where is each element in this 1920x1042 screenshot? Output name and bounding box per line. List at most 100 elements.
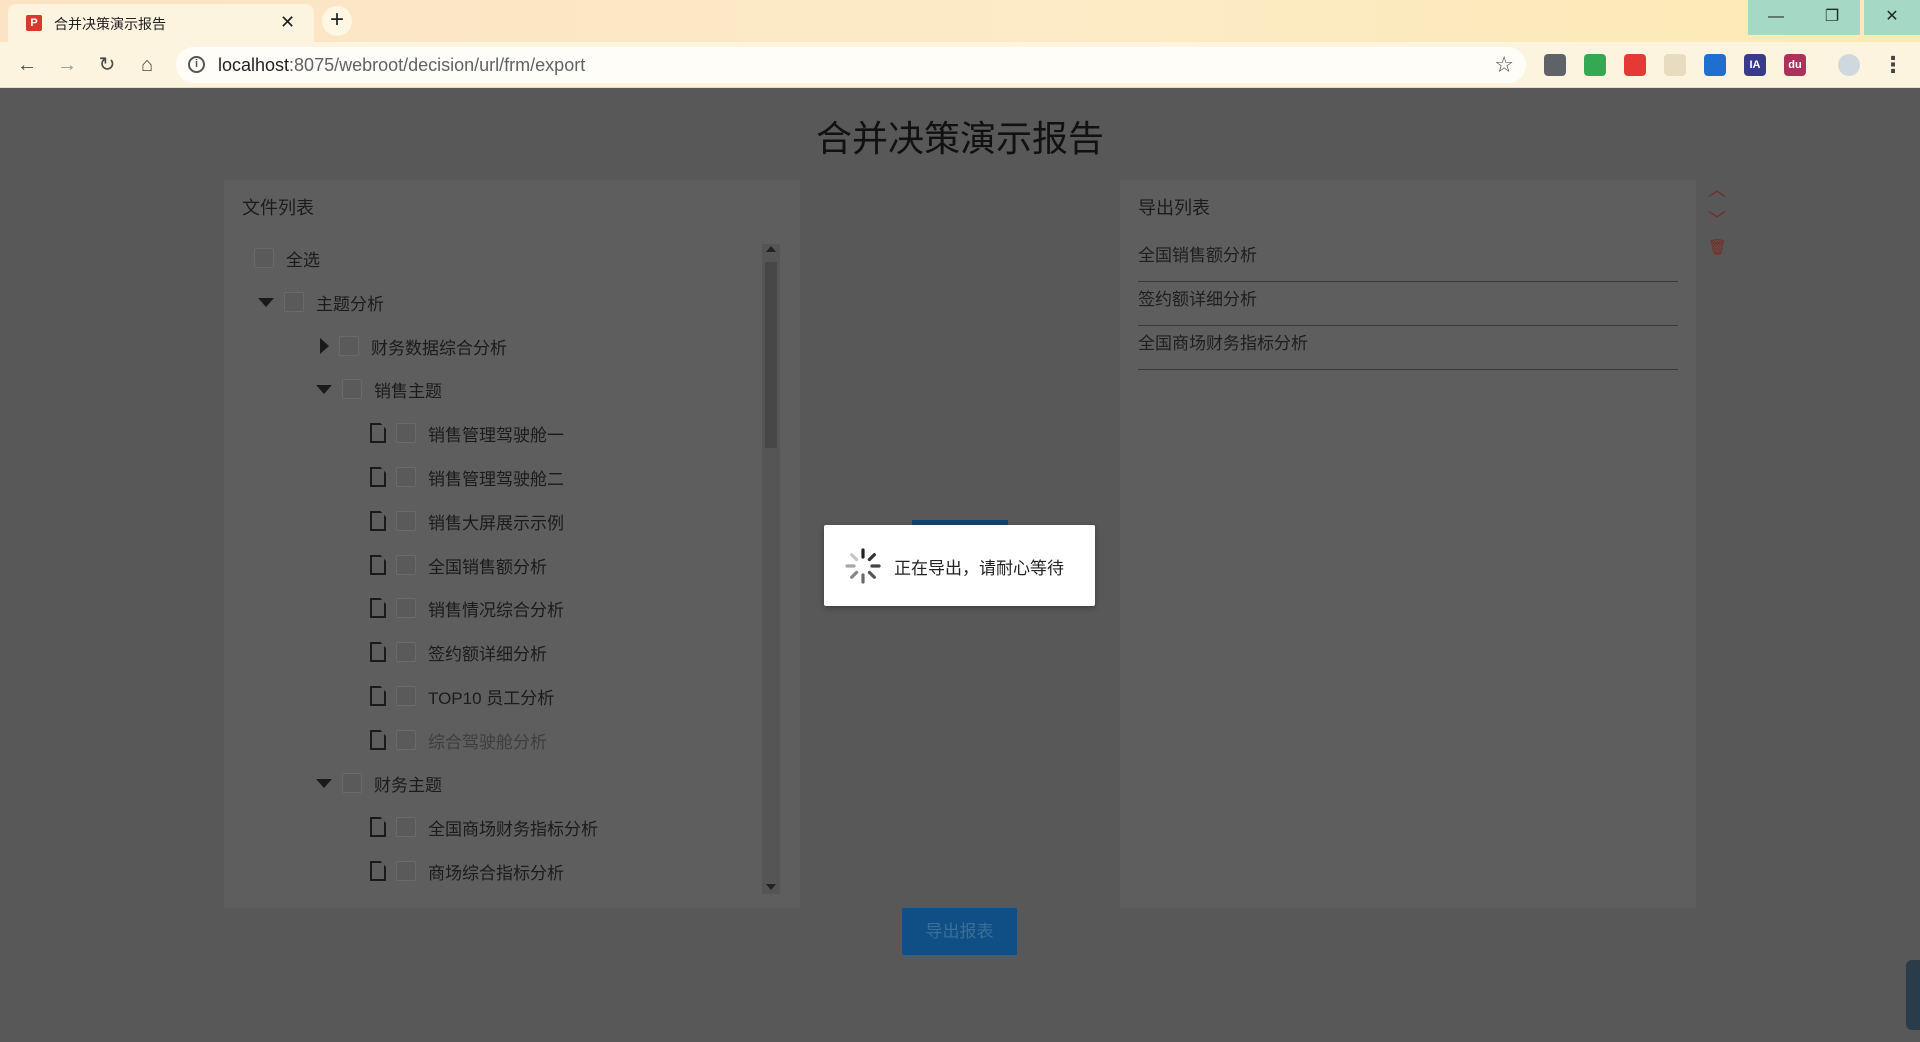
tree-item-label: 财务主题 — [374, 775, 442, 795]
file-icon — [370, 642, 386, 662]
tree-item-label: TOP10 员工分析 — [428, 688, 555, 708]
tree-file-item[interactable]: 全国销售额分析 — [370, 549, 547, 581]
ext-chrome-icon[interactable] — [1584, 54, 1606, 76]
tree-file-item[interactable]: 综合驾驶舱分析 — [370, 724, 547, 756]
bookmark-star-icon[interactable]: ☆ — [1494, 52, 1514, 78]
tree-item-label: 销售主题 — [374, 381, 442, 401]
window-maximize-button[interactable]: ❐ — [1804, 0, 1860, 35]
tree-file-item[interactable]: 签约额详细分析 — [370, 636, 547, 668]
tree-item-label: 全国销售额分析 — [428, 557, 547, 577]
caret-down-icon[interactable] — [316, 778, 332, 788]
checkbox[interactable] — [396, 642, 416, 662]
url-text: localhost:8075/webroot/decision/url/frm/… — [218, 55, 585, 76]
file-icon — [370, 467, 386, 487]
file-icon — [370, 555, 386, 575]
window-minimize-button[interactable]: — — [1748, 0, 1804, 35]
forward-arrow-icon[interactable]: → — [52, 50, 82, 80]
checkbox[interactable] — [342, 379, 362, 399]
checkbox[interactable] — [396, 730, 416, 750]
file-tree: 全选主题分析财务数据综合分析 销售主题销售管理驾驶舱一 销售管理驾驶舱二 销售大屏展示… — [224, 244, 760, 894]
tree-folder-item[interactable]: 财务主题 — [316, 767, 442, 799]
caret-down-icon[interactable] — [316, 384, 332, 394]
tree-file-item[interactable]: 销售管理驾驶舱二 — [370, 461, 564, 493]
checkbox[interactable] — [396, 511, 416, 531]
ext-light-icon[interactable] — [1664, 54, 1686, 76]
address-bar[interactable]: i localhost:8075/webroot/decision/url/fr… — [176, 47, 1526, 83]
file-tree-scrollbar[interactable] — [762, 244, 780, 894]
url-path: :8075/webroot/decision/url/frm/export — [289, 55, 586, 75]
checkbox[interactable] — [396, 861, 416, 881]
tree-item-label: 销售情况综合分析 — [428, 600, 564, 620]
scroll-up-arrow-icon[interactable] — [766, 246, 776, 252]
tree-item-label: 销售管理驾驶舱二 — [428, 469, 564, 489]
file-list-title: 文件列表 — [242, 198, 314, 218]
tree-item-label: 主题分析 — [316, 294, 384, 314]
checkbox[interactable] — [342, 773, 362, 793]
loading-spinner-icon — [845, 548, 881, 584]
tree-file-item[interactable]: 全国商场财务指标分析 — [370, 811, 598, 843]
tree-folder-item[interactable]: 财务数据综合分析 — [316, 330, 507, 362]
ext-ia-icon[interactable]: IA — [1744, 54, 1766, 76]
reload-icon[interactable]: ↻ — [92, 50, 122, 80]
export-list-item[interactable]: 全国销售额分析 — [1138, 238, 1678, 282]
checkbox[interactable] — [254, 248, 274, 268]
tab-title: 合并决策演示报告 — [54, 16, 166, 32]
loading-dialog: 正在导出，请耐心等待 — [824, 525, 1095, 606]
tree-item-label: 财务数据综合分析 — [371, 338, 507, 358]
checkbox[interactable] — [396, 555, 416, 575]
file-icon — [370, 598, 386, 618]
export-list-item[interactable]: 签约额详细分析 — [1138, 282, 1678, 326]
tree-item-label: 商场综合指标分析 — [428, 863, 564, 883]
scroll-down-arrow-icon[interactable] — [766, 884, 776, 890]
tree-file-item[interactable]: 销售管理驾驶舱一 — [370, 417, 564, 449]
tree-item-label: 销售管理驾驶舱一 — [428, 425, 564, 445]
site-info-icon[interactable]: i — [188, 56, 205, 73]
loading-message: 正在导出，请耐心等待 — [894, 559, 1064, 578]
tree-folder-item[interactable]: 主题分析 — [258, 286, 384, 318]
tree-file-item[interactable]: 销售大屏展示示例 — [370, 505, 564, 537]
scroll-thumb[interactable] — [765, 262, 777, 448]
browser-toolbar: ← → ↻ ⌂ i localhost:8075/webroot/decisio… — [0, 42, 1920, 88]
move-down-icon[interactable]: ﹀ — [1708, 206, 1726, 232]
tab-close-icon[interactable]: ✕ — [280, 12, 295, 33]
home-icon[interactable]: ⌂ — [132, 50, 162, 80]
browser-tab[interactable]: P 合并决策演示报告 ✕ — [8, 4, 314, 42]
new-tab-button[interactable]: + — [322, 6, 352, 36]
window-close-button[interactable]: ✕ — [1864, 0, 1920, 35]
browser-tab-bar: P 合并决策演示报告 ✕ + — ❐ ✕ — [0, 0, 1920, 42]
tree-file-item[interactable]: 销售情况综合分析 — [370, 592, 564, 624]
browser-menu-icon[interactable]: ⋮ — [1882, 52, 1904, 78]
file-icon — [370, 511, 386, 531]
checkbox[interactable] — [284, 292, 304, 312]
ext-red-icon[interactable] — [1624, 54, 1646, 76]
ext-blue-icon[interactable] — [1704, 54, 1726, 76]
select-all-row[interactable]: 全选 — [254, 244, 320, 274]
tree-item-label: 销售大屏展示示例 — [428, 513, 564, 533]
export-list-title: 导出列表 — [1138, 198, 1210, 218]
delete-trash-icon[interactable]: 🗑 — [1708, 238, 1727, 256]
move-up-icon[interactable]: ︿ — [1708, 176, 1726, 202]
checkbox[interactable] — [396, 817, 416, 837]
export-report-button[interactable]: 导出报表 — [902, 908, 1017, 955]
checkbox[interactable] — [396, 598, 416, 618]
ext-ghost-icon[interactable] — [1544, 54, 1566, 76]
export-list-item[interactable]: 全国商场财务指标分析 — [1138, 326, 1678, 370]
checkbox[interactable] — [396, 467, 416, 487]
tree-item-label: 签约额详细分析 — [428, 644, 547, 664]
side-widget — [1906, 960, 1920, 1030]
caret-right-icon[interactable] — [320, 338, 329, 354]
checkbox[interactable] — [396, 686, 416, 706]
checkbox[interactable] — [396, 423, 416, 443]
ext-profile-icon[interactable] — [1838, 54, 1860, 76]
back-arrow-icon[interactable]: ← — [12, 50, 42, 80]
caret-down-icon[interactable] — [258, 297, 274, 307]
file-list-panel: 文件列表 全选主题分析财务数据综合分析 销售主题销售管理驾驶舱一 销售管理驾驶舱二销… — [224, 180, 800, 908]
ext-du-icon[interactable]: du — [1784, 54, 1806, 76]
url-host: localhost — [218, 55, 290, 75]
file-icon — [370, 861, 386, 881]
tree-folder-item[interactable]: 销售主题 — [316, 373, 442, 405]
checkbox[interactable] — [339, 336, 359, 356]
file-icon — [370, 686, 386, 706]
tree-file-item[interactable]: 商场综合指标分析 — [370, 855, 564, 887]
tree-file-item[interactable]: TOP10 员工分析 — [370, 680, 554, 712]
